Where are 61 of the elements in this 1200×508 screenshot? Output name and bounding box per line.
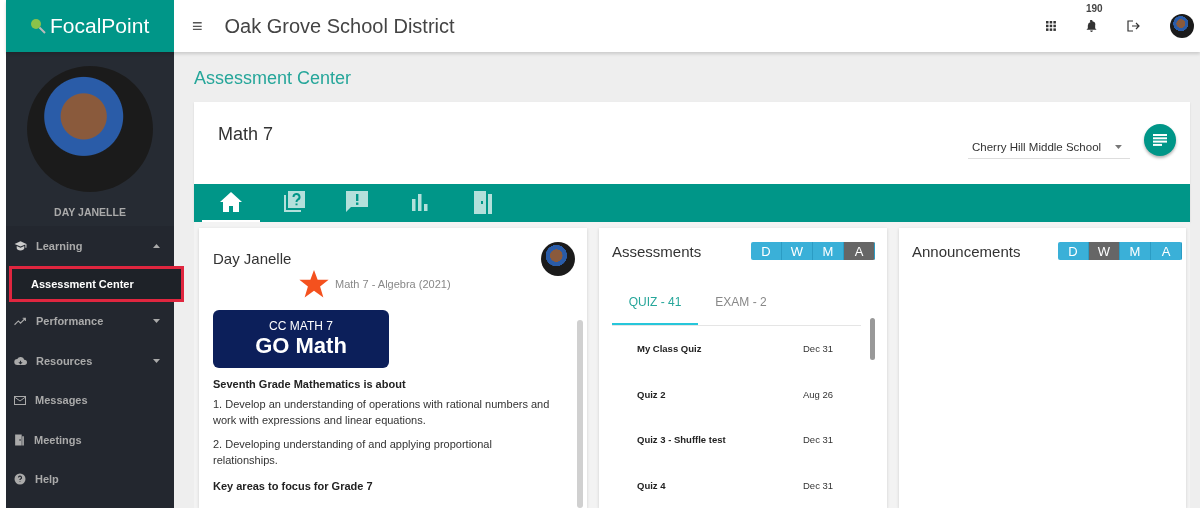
assessment-date: Dec 31: [803, 479, 834, 491]
door-icon: [473, 190, 493, 214]
scrollbar[interactable]: [870, 318, 875, 360]
panel-title: Assessments: [612, 242, 702, 260]
help-icon: [14, 473, 26, 486]
magnifier-logo-icon: [30, 18, 46, 34]
alert-message-icon: [345, 190, 369, 214]
notification-count: 190: [1086, 3, 1103, 14]
menu-item[interactable]: Learning: [6, 226, 174, 266]
assessment-name[interactable]: Quiz 2: [637, 388, 803, 400]
menu-item[interactable]: Resources: [6, 341, 174, 381]
caret-icon: [1115, 145, 1122, 149]
page-title: Assessment Center: [194, 67, 353, 90]
envelope-icon: [14, 395, 26, 405]
assessment-name[interactable]: Quiz 4: [637, 479, 803, 491]
focus-heading: Key areas to focus for Grade 7: [213, 480, 374, 492]
question-cards-icon: [282, 190, 306, 214]
district-title: Oak Grove School District: [224, 14, 456, 38]
user-name: DAY JANELLE: [54, 206, 126, 218]
assessment-date: Dec 31: [803, 343, 834, 355]
period-toggle[interactable]: A: [844, 242, 875, 260]
apps-grid-icon[interactable]: [1046, 21, 1056, 31]
graduation-cap-icon: [14, 240, 27, 252]
logout-icon[interactable]: [1127, 20, 1140, 32]
course-title: Math 7: [218, 124, 275, 145]
caret-icon: [153, 358, 160, 363]
menu-button[interactable]: ≡: [192, 15, 203, 37]
list-button[interactable]: [1144, 124, 1176, 156]
list-icon: [1153, 134, 1167, 146]
teacher-name: Day Janelle: [213, 250, 292, 269]
bar-chart-icon: [411, 193, 429, 211]
panel-title: Announcements: [912, 242, 1021, 260]
assessment-name[interactable]: My Class Quiz: [637, 343, 803, 355]
assessment-tab[interactable]: EXAM - 2: [698, 290, 784, 325]
description-heading: Seventh Grade Mathematics is about: [213, 378, 407, 390]
brand-name: FocalPoint: [50, 14, 150, 38]
star-icon: [299, 270, 329, 298]
caret-icon: [153, 243, 160, 248]
door-icon: [14, 433, 25, 446]
period-toggle[interactable]: W: [1089, 242, 1120, 260]
menu-item[interactable]: Meetings: [6, 420, 174, 460]
assessment-name[interactable]: Quiz 3 - Shuffle test: [637, 434, 803, 446]
menu-item[interactable]: Help: [6, 459, 174, 499]
submenu-item[interactable]: Assessment Center: [9, 265, 184, 302]
assessment-date: Dec 31: [803, 434, 834, 446]
menu-item[interactable]: Messages: [6, 380, 174, 420]
school-select[interactable]: Cherry Hill Middle School: [968, 134, 1130, 159]
trend-line-icon: [14, 316, 27, 326]
assessment-date: Aug 26: [803, 388, 834, 400]
bell-icon[interactable]: [1086, 20, 1097, 32]
home-icon: [219, 191, 243, 213]
user-avatar: [1170, 14, 1194, 38]
scrollbar[interactable]: [577, 320, 583, 508]
description-paragraph: 1. Develop an understanding of operations with rational numbers and work with expressions and linear equations.: [213, 397, 551, 428]
caret-icon: [153, 319, 160, 324]
menu-item[interactable]: Performance: [6, 301, 174, 341]
course-logo: CC MATH 7 GO Math: [213, 310, 389, 368]
course-subject: Math 7 - Algebra (2021): [335, 278, 451, 290]
cloud-download-icon: [14, 355, 27, 366]
teacher-avatar: [541, 242, 575, 276]
description-paragraph: 2. Developing understanding of and applying proportional relationships.: [213, 437, 493, 468]
